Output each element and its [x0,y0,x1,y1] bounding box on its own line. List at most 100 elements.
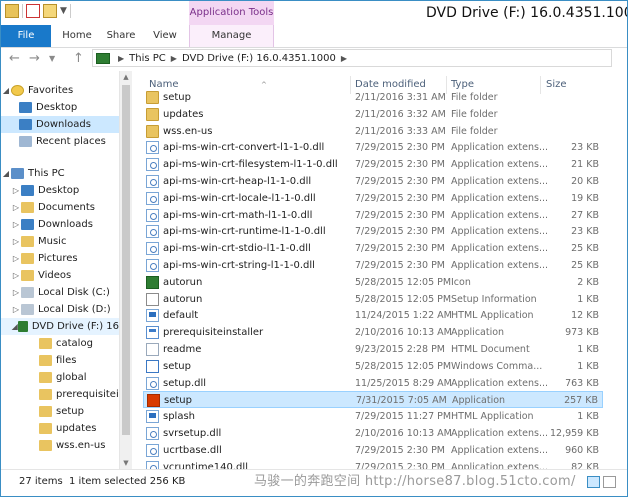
expand-arrow-icon[interactable]: ▷ [11,284,21,301]
qat-separator [22,4,23,18]
tab-file[interactable]: File [1,25,51,47]
file-date: 7/29/2015 2:30 PM [355,444,446,456]
nav-item-label: global [56,372,87,383]
nav-dvd-files[interactable]: files [1,352,76,369]
file-row[interactable]: api-ms-win-crt-math-l1-1-0.dll 7/29/2015 … [143,207,603,224]
file-row[interactable]: setup 5/28/2015 12:05 PM Windows Comma... 1… [143,358,603,375]
file-row[interactable]: wss.en-us 2/11/2016 3:33 AM File folder [143,123,603,140]
nav-item-label: Recent places [36,136,106,147]
file-row[interactable]: api-ms-win-crt-locale-l1-1-0.dll 7/29/201… [143,190,603,207]
scroll-up-icon[interactable]: ▲ [120,71,132,83]
nav-pc-videos[interactable]: ▷ Videos [1,267,71,284]
folder-icon [146,91,159,104]
expand-arrow-icon[interactable]: ▷ [11,216,21,233]
file-size: 1 KB [577,344,599,355]
file-row[interactable]: vcruntime140.dll 7/29/2015 2:30 PM Applica… [143,459,603,469]
qat-dropdown-icon[interactable]: ▼ [60,6,67,16]
tab-share[interactable]: Share [101,25,141,47]
breadcrumb-arrow-icon[interactable]: ▶ [118,54,124,63]
nav-dvd-setup[interactable]: setup [1,403,84,420]
autorun-icon [146,275,159,289]
file-row[interactable]: api-ms-win-crt-convert-l1-1-0.dll 7/29/20… [143,139,603,156]
file-row[interactable]: setup 2/11/2016 3:31 AM File folder [143,89,603,106]
nav-dvd-global[interactable]: global [1,369,87,386]
tab-home[interactable]: Home [57,25,97,47]
file-row[interactable]: api-ms-win-crt-stdio-l1-1-0.dll 7/29/2015… [143,240,603,257]
nav-this-pc[interactable]: ◢ This PC [1,165,65,182]
details-view-icon[interactable] [587,476,600,488]
nav-dvd-catalog[interactable]: catalog [1,335,93,352]
file-size: 25 KB [571,260,599,271]
nav-pc-local-c[interactable]: ▷ Local Disk (C:) [1,284,110,301]
scroll-thumb[interactable] [122,85,130,435]
file-row[interactable]: api-ms-win-crt-filesystem-l1-1-0.dll 7/29… [143,156,603,173]
file-row[interactable]: setup 7/31/2015 7:05 AM Application 257 KB [143,391,603,409]
file-type: Icon [451,276,471,288]
nav-fav-desktop[interactable]: Desktop [1,99,77,116]
up-arrow-icon[interactable]: ↑ [73,51,84,67]
nav-dvd-wss-en-us[interactable]: wss.en-us [1,437,105,454]
star-icon [11,85,24,96]
file-type: Application extens... [451,260,548,271]
nav-scrollbar[interactable]: ▲ ▼ [119,71,132,469]
forward-arrow-icon[interactable]: → [29,51,40,67]
file-size: 973 KB [565,327,599,339]
collapse-arrow-icon[interactable]: ◢ [1,82,11,99]
html-doc-icon [146,343,159,356]
back-arrow-icon[interactable]: ← [9,51,20,67]
breadcrumb-arrow-icon[interactable]: ▶ [171,54,177,63]
expand-arrow-icon[interactable]: ▷ [11,233,21,250]
collapse-arrow-icon[interactable]: ◢ [1,165,11,182]
tab-manage[interactable]: Manage [189,25,274,47]
file-row[interactable]: autorun 5/28/2015 12:05 PM Icon 2 KB [143,274,603,291]
nav-pc-documents[interactable]: ▷ Documents [1,199,95,216]
breadcrumb-arrow-icon[interactable]: ▶ [341,54,347,63]
nav-pc-dvd-drive[interactable]: ◢ DVD Drive (F:) 16 [1,318,119,335]
nav-pc-local-d[interactable]: ▷ Local Disk (D:) [1,301,111,318]
tab-view[interactable]: View [147,25,183,47]
folder-icon[interactable] [5,4,19,18]
nav-pc-downloads[interactable]: ▷ Downloads [1,216,93,233]
breadcrumb-dvd-drive[interactable]: DVD Drive (F:) 16.0.4351.1000 [182,53,336,64]
nav-dvd-updates[interactable]: updates [1,420,96,437]
expand-arrow-icon[interactable]: ▷ [11,267,21,284]
app-icon [146,326,159,340]
expand-arrow-icon[interactable]: ▷ [11,301,21,318]
collapse-arrow-icon[interactable]: ◢ [11,318,18,335]
file-row[interactable]: autorun 5/28/2015 12:05 PM Setup Informati… [143,291,603,308]
nav-dvd-prerequisiteinst[interactable]: prerequisiteinst [1,386,119,403]
dll-icon [146,242,159,256]
file-row[interactable]: prerequisiteinstaller 2/10/2016 10:13 AM A… [143,324,603,341]
scroll-down-icon[interactable]: ▼ [120,457,132,469]
address-bar[interactable]: ▶ This PC ▶ DVD Drive (F:) 16.0.4351.100… [92,49,612,67]
nav-pc-pictures[interactable]: ▷ Pictures [1,250,78,267]
file-row[interactable]: api-ms-win-crt-heap-l1-1-0.dll 7/29/2015 … [143,173,603,190]
recent-locations-icon[interactable]: ▼ [49,51,55,67]
file-row[interactable]: updates 2/11/2016 3:32 AM File folder [143,106,603,123]
breadcrumb-this-pc[interactable]: This PC [129,53,166,64]
nav-pc-music[interactable]: ▷ Music [1,233,66,250]
file-size: 763 KB [565,377,599,389]
properties-icon[interactable] [26,4,40,18]
file-list-gutter [615,71,627,469]
file-row[interactable]: setup.dll 11/25/2015 8:29 AM Application e… [143,375,603,392]
file-row[interactable]: ucrtbase.dll 7/29/2015 2:30 PM Application… [143,442,603,459]
nav-fav-recent[interactable]: Recent places [1,133,106,150]
nav-pc-desktop[interactable]: ▷ Desktop [1,182,79,199]
file-row[interactable]: default 11/24/2015 1:22 AM HTML Applicatio… [143,307,603,324]
file-row[interactable]: api-ms-win-crt-string-l1-1-0.dll 7/29/201… [143,257,603,274]
file-row[interactable]: readme 9/23/2015 2:28 PM HTML Document 1 KB [143,341,603,358]
expand-arrow-icon[interactable]: ▷ [11,199,21,216]
nav-favorites[interactable]: ◢ Favorites [1,82,73,99]
expand-arrow-icon[interactable]: ▷ [11,250,21,267]
nav-fav-downloads[interactable]: Downloads [1,116,119,133]
html-app-icon [146,410,159,424]
expand-arrow-icon[interactable]: ▷ [11,182,21,199]
file-row[interactable]: svrsetup.dll 2/10/2016 10:13 AM Applicatio… [143,425,603,442]
file-row[interactable]: api-ms-win-crt-runtime-l1-1-0.dll 7/29/20… [143,223,603,240]
file-row[interactable]: splash 7/29/2015 11:27 PM HTML Application… [143,408,603,425]
new-folder-icon[interactable] [43,4,57,18]
dll-icon [146,427,159,440]
file-type: Application extens... [451,444,548,456]
large-icons-view-icon[interactable] [603,476,616,488]
